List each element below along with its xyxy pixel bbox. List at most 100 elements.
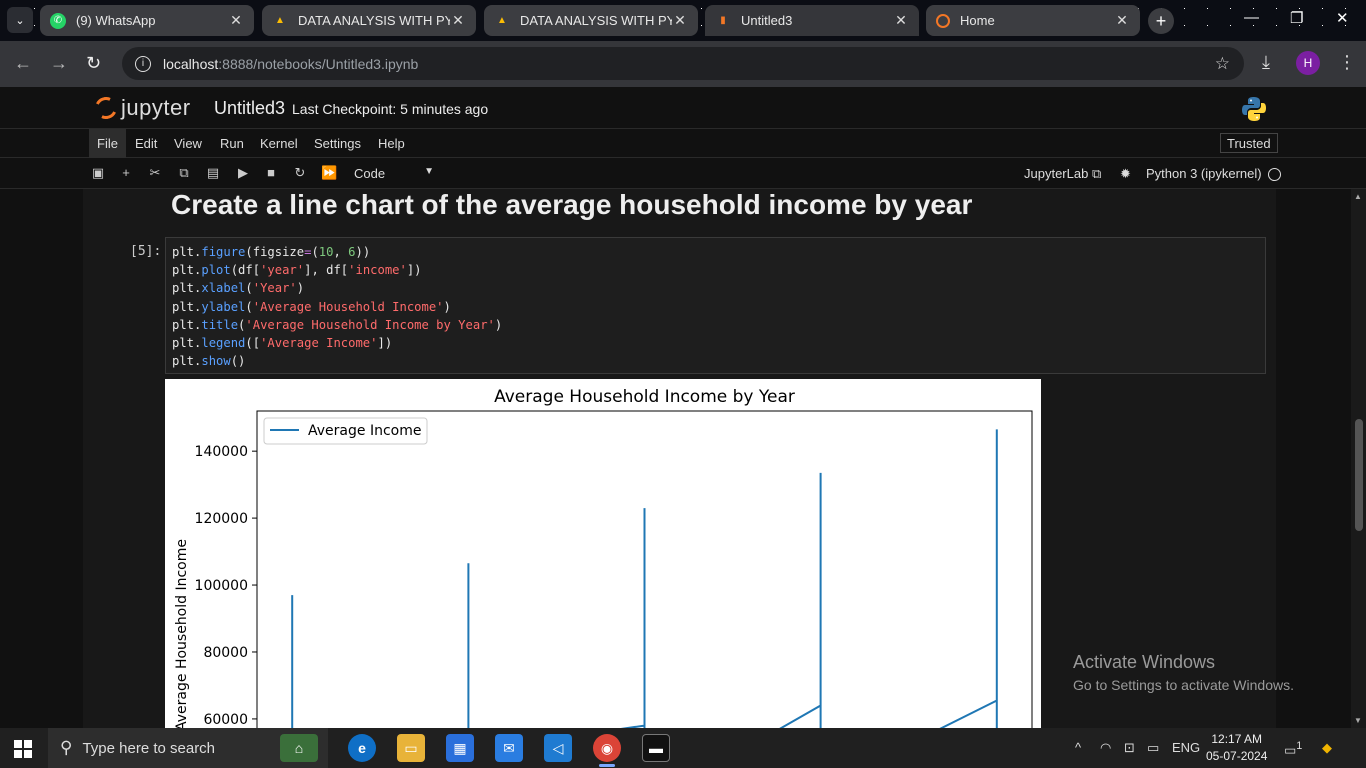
tab-data-analysis-1[interactable]: ▲ DATA ANALYSIS WITH PYTHO ✕: [262, 5, 476, 36]
menu-kernel[interactable]: Kernel: [252, 129, 306, 158]
show-hidden-icons-icon[interactable]: ^: [1075, 740, 1081, 755]
close-window-icon[interactable]: ✕: [1336, 9, 1349, 27]
search-highlight-image[interactable]: ⌂: [280, 734, 318, 762]
series-line-segment: [939, 429, 998, 728]
address-bar-row: ← → ↻ i localhost:8888/notebooks/Untitle…: [0, 41, 1366, 87]
search-icon: ⚲: [60, 738, 73, 757]
whatsapp-icon: ✆: [50, 12, 66, 29]
close-icon[interactable]: ✕: [450, 12, 466, 29]
menu-file[interactable]: File: [89, 129, 126, 158]
scroll-up-icon[interactable]: ▲: [1354, 192, 1362, 201]
insert-cell-icon[interactable]: +: [118, 165, 134, 180]
jupyter-icon: [936, 13, 950, 28]
close-icon[interactable]: ✕: [672, 12, 688, 29]
y-tick-label: 120000: [195, 511, 248, 527]
windows-start-icon[interactable]: [14, 740, 32, 758]
external-link-icon: ⧉: [1091, 166, 1102, 181]
scroll-down-icon[interactable]: ▼: [1354, 716, 1362, 725]
activate-windows-watermark: Activate Windows Go to Settings to activ…: [1073, 652, 1294, 693]
kernel-name[interactable]: Python 3 (ipykernel): [1146, 166, 1262, 181]
menu-run[interactable]: Run: [212, 129, 252, 158]
notebook-title[interactable]: Untitled3: [214, 98, 285, 119]
restart-icon[interactable]: ↻: [292, 165, 308, 181]
copilot-icon[interactable]: ◆: [1322, 740, 1332, 756]
trusted-badge[interactable]: Trusted: [1220, 133, 1278, 153]
y-tick-label: 60000: [203, 712, 248, 728]
drive-icon: ▲: [275, 15, 285, 26]
microsoft-store-icon[interactable]: ▦: [446, 734, 474, 762]
chevron-down-icon: ▼: [424, 166, 434, 177]
save-icon[interactable]: ▣: [90, 165, 106, 181]
tab-untitled3[interactable]: ▮ Untitled3 ✕: [705, 5, 919, 36]
bookmark-star-icon[interactable]: ☆: [1215, 54, 1230, 74]
url-path: :8888/notebooks/Untitled3.ipynb: [218, 55, 419, 72]
url-input[interactable]: i localhost:8888/notebooks/Untitled3.ipy…: [122, 47, 1244, 80]
cut-icon[interactable]: ✂: [147, 165, 163, 181]
menu-view[interactable]: View: [166, 129, 210, 158]
download-icon[interactable]: ⤓: [1262, 52, 1270, 73]
notebook-toolbar: ▣ + ✂ ⧉ ▤ ▶ ■ ↻ ⏩ Code ▼ JupyterLab ⧉ ✹ …: [0, 158, 1366, 189]
mail-icon[interactable]: ✉: [495, 734, 523, 762]
tab-search-button[interactable]: ⌄: [7, 7, 33, 33]
new-tab-button[interactable]: +: [1148, 8, 1174, 34]
chrome-icon[interactable]: ◉: [593, 734, 621, 767]
fast-forward-icon[interactable]: ⏩: [321, 165, 337, 181]
file-explorer-icon[interactable]: ▭: [397, 734, 425, 762]
forward-icon[interactable]: →: [50, 53, 68, 74]
cell-prompt: [5]:: [130, 244, 162, 259]
scrollbar-thumb[interactable]: [1355, 419, 1363, 531]
notification-icon[interactable]: ▭1: [1284, 740, 1302, 758]
url-host: localhost: [163, 55, 219, 72]
markdown-heading: Create a line chart of the average house…: [171, 189, 973, 220]
language-indicator[interactable]: ENG: [1172, 740, 1200, 755]
jupyter-logo[interactable]: jupyter: [91, 93, 191, 123]
close-icon[interactable]: ✕: [228, 12, 244, 29]
tab-home[interactable]: Home ✕: [926, 5, 1140, 36]
cell-output-chart: Average Household Income by Year Average …: [165, 379, 1041, 728]
tab-whatsapp[interactable]: ✆ (9) WhatsApp ✕: [40, 5, 254, 36]
line-chart: Average Household Income by Year Average …: [174, 387, 1033, 728]
series-line-segment: [779, 472, 822, 728]
taskbar-clock[interactable]: 12:17 AM 05-07-2024: [1206, 731, 1267, 765]
paste-icon[interactable]: ▤: [205, 165, 221, 181]
kernel-status-icon: [1268, 168, 1281, 181]
edge-icon[interactable]: e: [348, 734, 376, 762]
menu-settings[interactable]: Settings: [306, 129, 369, 158]
battery-icon[interactable]: ▭: [1147, 740, 1159, 756]
python-logo-icon: [1242, 97, 1266, 121]
code-cell-editor[interactable]: plt.figure(figsize=(10, 6)) plt.plot(df[…: [165, 237, 1266, 374]
close-icon[interactable]: ✕: [893, 12, 909, 29]
menu-bar: File Edit View Run Kernel Settings Help …: [0, 129, 1366, 158]
minimize-icon[interactable]: —: [1244, 9, 1259, 26]
y-tick-label: 80000: [203, 645, 248, 661]
copy-icon[interactable]: ⧉: [176, 165, 192, 181]
avatar[interactable]: H: [1296, 51, 1320, 75]
checkpoint-status: Last Checkpoint: 5 minutes ago: [292, 101, 489, 117]
tab-data-analysis-2[interactable]: ▲ DATA ANALYSIS WITH PYTHO ✕: [484, 5, 698, 36]
terminal-icon[interactable]: ▬: [642, 734, 670, 762]
cell-type-select[interactable]: Code ▼: [354, 166, 434, 181]
network-icon[interactable]: ⊡: [1124, 740, 1135, 756]
jupyterlab-link[interactable]: JupyterLab ⧉: [1024, 166, 1101, 182]
menu-edit[interactable]: Edit: [127, 129, 165, 158]
menu-help[interactable]: Help: [370, 129, 413, 158]
vscode-icon[interactable]: ◁: [544, 734, 572, 762]
more-menu-icon[interactable]: ⋮: [1338, 52, 1356, 73]
legend-label: Average Income: [308, 423, 421, 439]
chart-title: Average Household Income by Year: [494, 387, 795, 407]
site-info-icon[interactable]: i: [135, 55, 151, 72]
y-axis-label: Average Household Income: [174, 539, 190, 728]
jupyter-logo-icon: [91, 93, 121, 123]
restore-icon[interactable]: ❐: [1290, 9, 1303, 27]
back-icon[interactable]: ←: [14, 53, 32, 74]
vertical-scrollbar[interactable]: ▲ ▼: [1351, 189, 1366, 728]
debugger-icon[interactable]: ✹: [1120, 166, 1131, 182]
notebook-icon: ▮: [720, 15, 726, 26]
reload-icon[interactable]: ↻: [86, 53, 101, 74]
stop-icon[interactable]: ■: [263, 165, 279, 180]
wifi-icon[interactable]: ◠: [1100, 740, 1111, 756]
close-icon[interactable]: ✕: [1114, 12, 1130, 29]
run-icon[interactable]: ▶: [235, 165, 251, 181]
series-line-segment: [620, 508, 646, 728]
y-tick-label: 140000: [195, 444, 248, 460]
